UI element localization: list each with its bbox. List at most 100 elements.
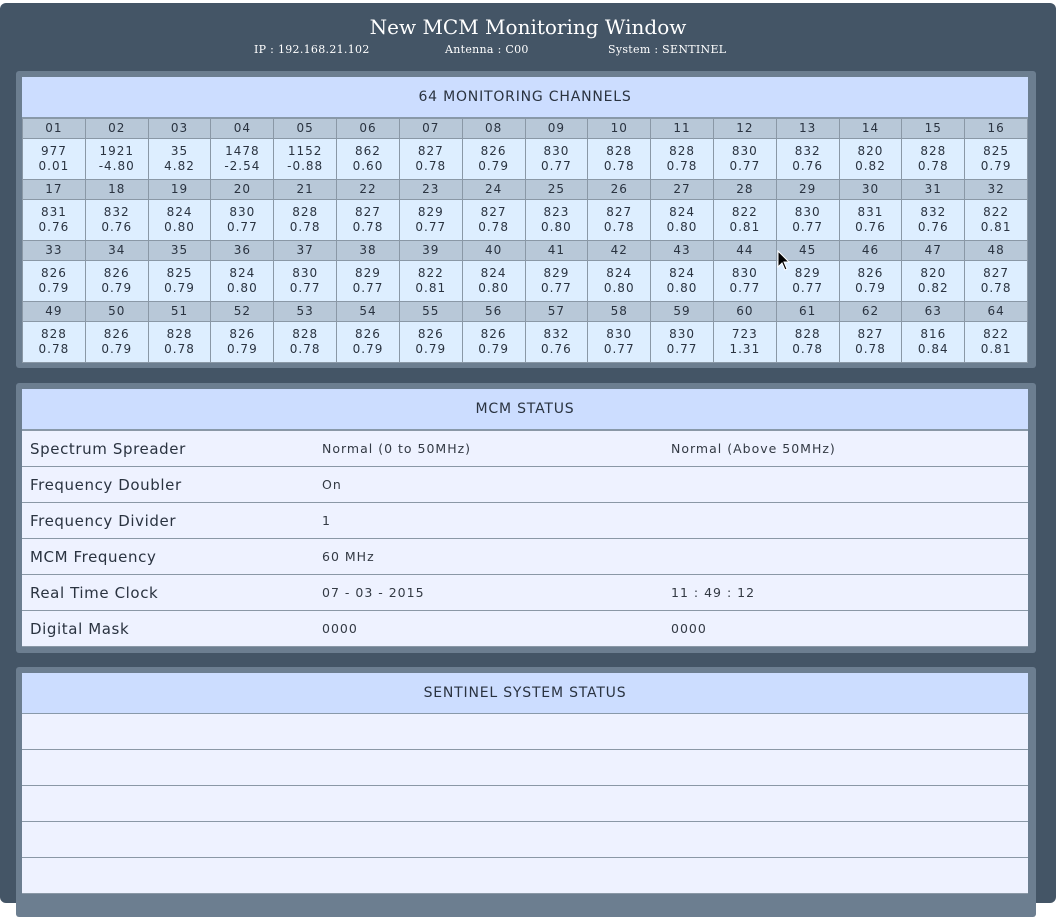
channel-number: 08 [461, 118, 526, 139]
channel-voltage-value: 0.80 [666, 281, 698, 295]
status-value-1: 0000 [322, 610, 671, 647]
channel-value-cell: 828 0.78 [901, 138, 966, 180]
channel-value-cell: 829 0.77 [336, 260, 400, 302]
channel-voltage-value: 0.77 [792, 220, 824, 234]
channel-number: 29 [775, 179, 840, 200]
status-value-1: Normal (0 to 50MHz) [322, 430, 671, 467]
channel-voltage-value: 0.78 [792, 342, 824, 356]
channel-count-value: 824 [166, 205, 193, 219]
channel-number: 55 [398, 301, 463, 322]
channel-count-value: 824 [669, 205, 695, 219]
channel-number: 20 [210, 179, 275, 200]
channel-count-value: 826 [40, 266, 67, 280]
channel-value-cell: 832 0.76 [84, 199, 149, 241]
channel-value-cell: 824 0.80 [587, 260, 652, 302]
channel-number: 38 [336, 240, 400, 261]
channel-voltage-value: 0.79 [478, 342, 509, 356]
channel-number: 27 [650, 179, 714, 200]
status-label: Frequency Doubler [22, 466, 322, 503]
channel-count-value: 1478 [225, 144, 260, 158]
system-label: System : SENTINEL [608, 43, 727, 56]
channel-voltage-value: 0.77 [792, 281, 824, 295]
status-label: MCM Frequency [22, 538, 322, 575]
status-value-2 [671, 538, 1028, 575]
channel-number-row: 17 18 19 20 21 22 23 24 25 26 27 28 29 30 31 32 [22, 179, 1028, 200]
channel-count-value: 829 [355, 266, 381, 280]
channel-value-cell: 827 0.78 [461, 199, 526, 241]
channel-number-row: 33 34 35 36 37 38 39 40 41 42 43 44 45 46 47 48 [22, 240, 1028, 261]
channel-voltage-value: 0.76 [855, 220, 886, 234]
channel-count-value: 830 [606, 327, 633, 341]
channel-count-value: 820 [857, 144, 884, 158]
sentinel-status-row [22, 786, 1028, 822]
channel-voltage-value: 0.78 [855, 342, 886, 356]
channel-voltage-value: 0.79 [164, 281, 195, 295]
channel-value-cell: 822 0.81 [712, 199, 777, 241]
channel-number: 44 [712, 240, 777, 261]
channel-voltage-value: 0.78 [603, 159, 635, 173]
channels-table: 01 02 03 04 05 06 07 08 09 10 11 12 13 14 15 16 977 0.01 1… [22, 118, 1028, 363]
channel-value-cell: 831 0.76 [838, 199, 903, 241]
channel-voltage-value: 0.78 [352, 220, 384, 234]
channel-voltage-value: 0.84 [917, 342, 949, 356]
status-value-2 [671, 502, 1028, 539]
channel-count-value: 829 [417, 205, 444, 219]
channel-voltage-value: 0.78 [980, 281, 1012, 295]
channel-value-cell: 830 0.77 [650, 321, 714, 363]
channel-count-value: 828 [606, 144, 633, 158]
channel-number: 12 [712, 118, 777, 139]
channel-count-value: 828 [40, 327, 67, 341]
channel-number: 15 [901, 118, 966, 139]
channel-count-value: 862 [355, 144, 381, 158]
channel-value-cell: 830 0.77 [712, 260, 777, 302]
channel-number: 11 [650, 118, 714, 139]
channel-voltage-value: 0.77 [352, 281, 384, 295]
channel-voltage-value: 0.78 [603, 220, 635, 234]
channel-voltage-value: 0.79 [101, 342, 133, 356]
channel-count-value: 824 [606, 266, 633, 280]
channel-number: 01 [22, 118, 86, 139]
channel-value-cell: 824 0.80 [650, 199, 714, 241]
channel-count-value: 35 [170, 144, 189, 158]
mcm-status-table: Spectrum Spreader Normal (0 to 50MHz) Norm… [22, 430, 1028, 647]
channel-value-cell: 820 0.82 [901, 260, 966, 302]
channel-number: 09 [524, 118, 589, 139]
channel-number: 39 [398, 240, 463, 261]
channel-number: 54 [336, 301, 400, 322]
channel-voltage-value: 4.82 [164, 159, 195, 173]
channel-voltage-value: 0.79 [226, 342, 258, 356]
channel-count-value: 816 [920, 327, 947, 341]
channel-number: 02 [84, 118, 149, 139]
channel-count-value: 826 [103, 327, 130, 341]
channel-count-value: 1921 [99, 144, 134, 158]
channel-count-value: 1152 [287, 144, 323, 158]
channel-value-cell: 822 0.81 [398, 260, 463, 302]
channel-voltage-value: 0.80 [603, 281, 635, 295]
ip-address-label: IP : 192.168.21.102 [254, 43, 370, 56]
channels-panel: 64 MONITORING CHANNELS 01 02 03 04 05 06 07 08 0… [16, 71, 1036, 368]
channel-count-value: 824 [480, 266, 507, 280]
channel-number: 48 [964, 240, 1028, 261]
channel-number: 32 [964, 179, 1028, 200]
channel-number: 36 [210, 240, 275, 261]
channel-value-cell: 832 0.76 [775, 138, 840, 180]
channel-number: 61 [775, 301, 840, 322]
channel-number: 26 [587, 179, 652, 200]
channel-number: 22 [336, 179, 400, 200]
sentinel-status-rows [22, 714, 1028, 894]
channel-number: 40 [461, 240, 526, 261]
channel-voltage-value: 0.80 [478, 281, 509, 295]
channel-count-value: 831 [857, 205, 884, 219]
channel-number: 13 [775, 118, 840, 139]
sentinel-status-row [22, 750, 1028, 786]
channel-value-cell: 830 0.77 [524, 138, 589, 180]
status-label: Frequency Divider [22, 502, 322, 539]
channel-value-cell: 826 0.79 [398, 321, 463, 363]
channel-count-value: 830 [731, 144, 758, 158]
status-value-1: 60 MHz [322, 538, 671, 575]
mcm-status-panel-body: MCM STATUS Spectrum Spreader Normal (0 to… [22, 389, 1028, 647]
channel-value-cell: 827 0.78 [336, 199, 400, 241]
channel-count-value: 825 [983, 144, 1010, 158]
channel-value-row: 977 0.01 1921 -4.80 35 4.82 1478 -2.54 1152 -0.88… [22, 138, 1028, 180]
channel-number: 17 [22, 179, 86, 200]
